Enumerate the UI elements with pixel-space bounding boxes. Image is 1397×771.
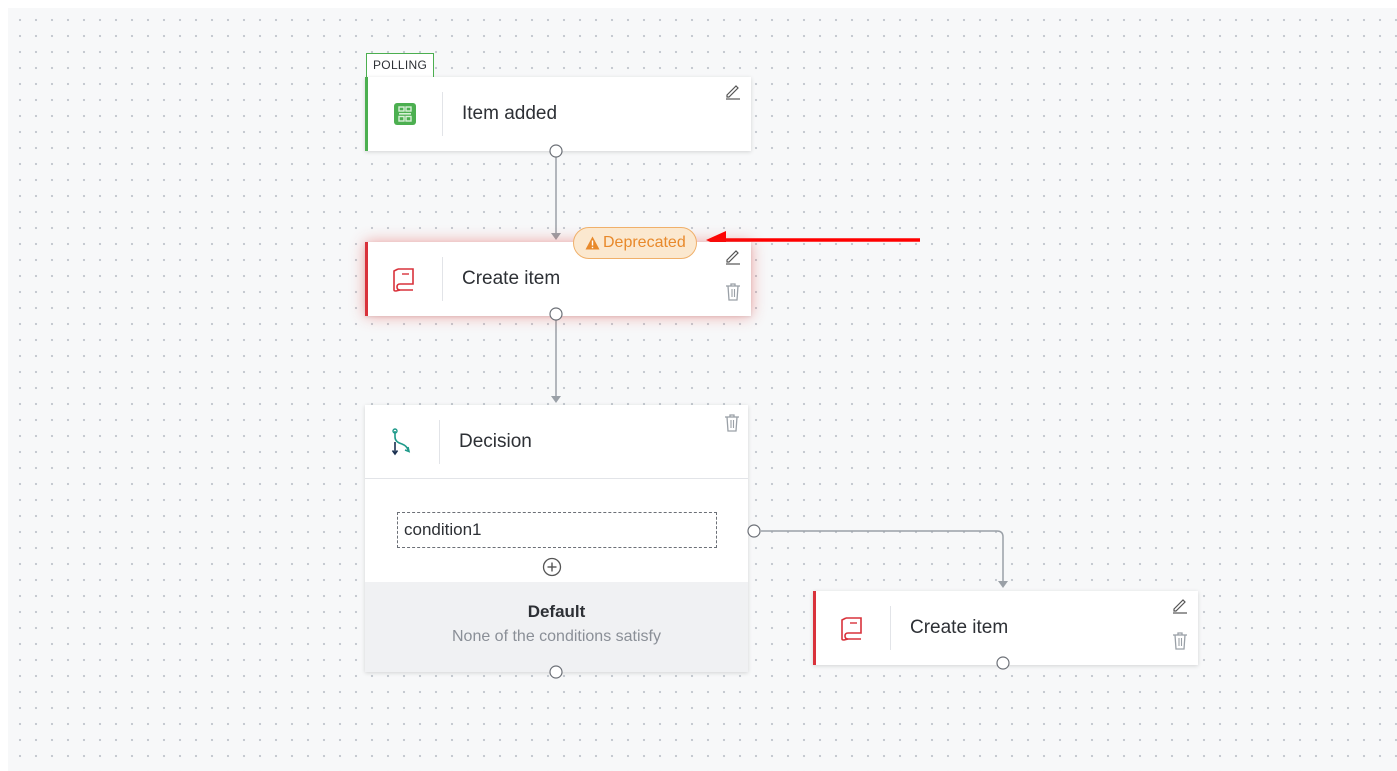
condition-item[interactable]: condition1 [397,512,717,548]
book-icon [368,242,442,316]
warning-icon [585,236,600,250]
edit-icon[interactable] [723,81,743,101]
book-icon [816,591,890,665]
delete-icon[interactable] [723,282,743,302]
polling-tag: POLLING [366,53,435,77]
default-branch[interactable]: Default None of the conditions satisfy [365,582,748,672]
create-item-node-2[interactable]: Create item [813,591,1198,665]
delete-icon[interactable] [1170,631,1190,651]
create-item-output-port-1[interactable] [549,307,563,321]
deprecated-badge: Deprecated [573,227,697,259]
add-condition-icon[interactable] [542,557,562,577]
node-divider [442,92,443,136]
node-divider [890,606,891,650]
node-divider [439,420,440,464]
decision-header-divider [365,478,748,479]
trigger-node[interactable]: Item added [365,77,751,151]
create-item-output-port-2[interactable] [996,656,1010,670]
node-divider [442,257,443,301]
branch-icon [365,405,439,479]
item-grid-icon [368,77,442,151]
default-title: Default [527,602,586,621]
delete-icon[interactable] [722,413,742,433]
edit-icon[interactable] [1170,595,1190,615]
condition-output-port[interactable] [747,524,761,538]
edit-icon[interactable] [723,246,743,266]
default-output-port[interactable] [549,665,563,679]
trigger-title: Item added [462,103,558,124]
create-item-title-2: Create item [910,617,1009,638]
trigger-output-port[interactable] [549,144,563,158]
create-item-title-1: Create item [462,268,561,289]
deprecated-label: Deprecated [603,234,686,251]
decision-title: Decision [459,431,532,452]
default-subtitle: None of the conditions satisfy [451,628,661,645]
